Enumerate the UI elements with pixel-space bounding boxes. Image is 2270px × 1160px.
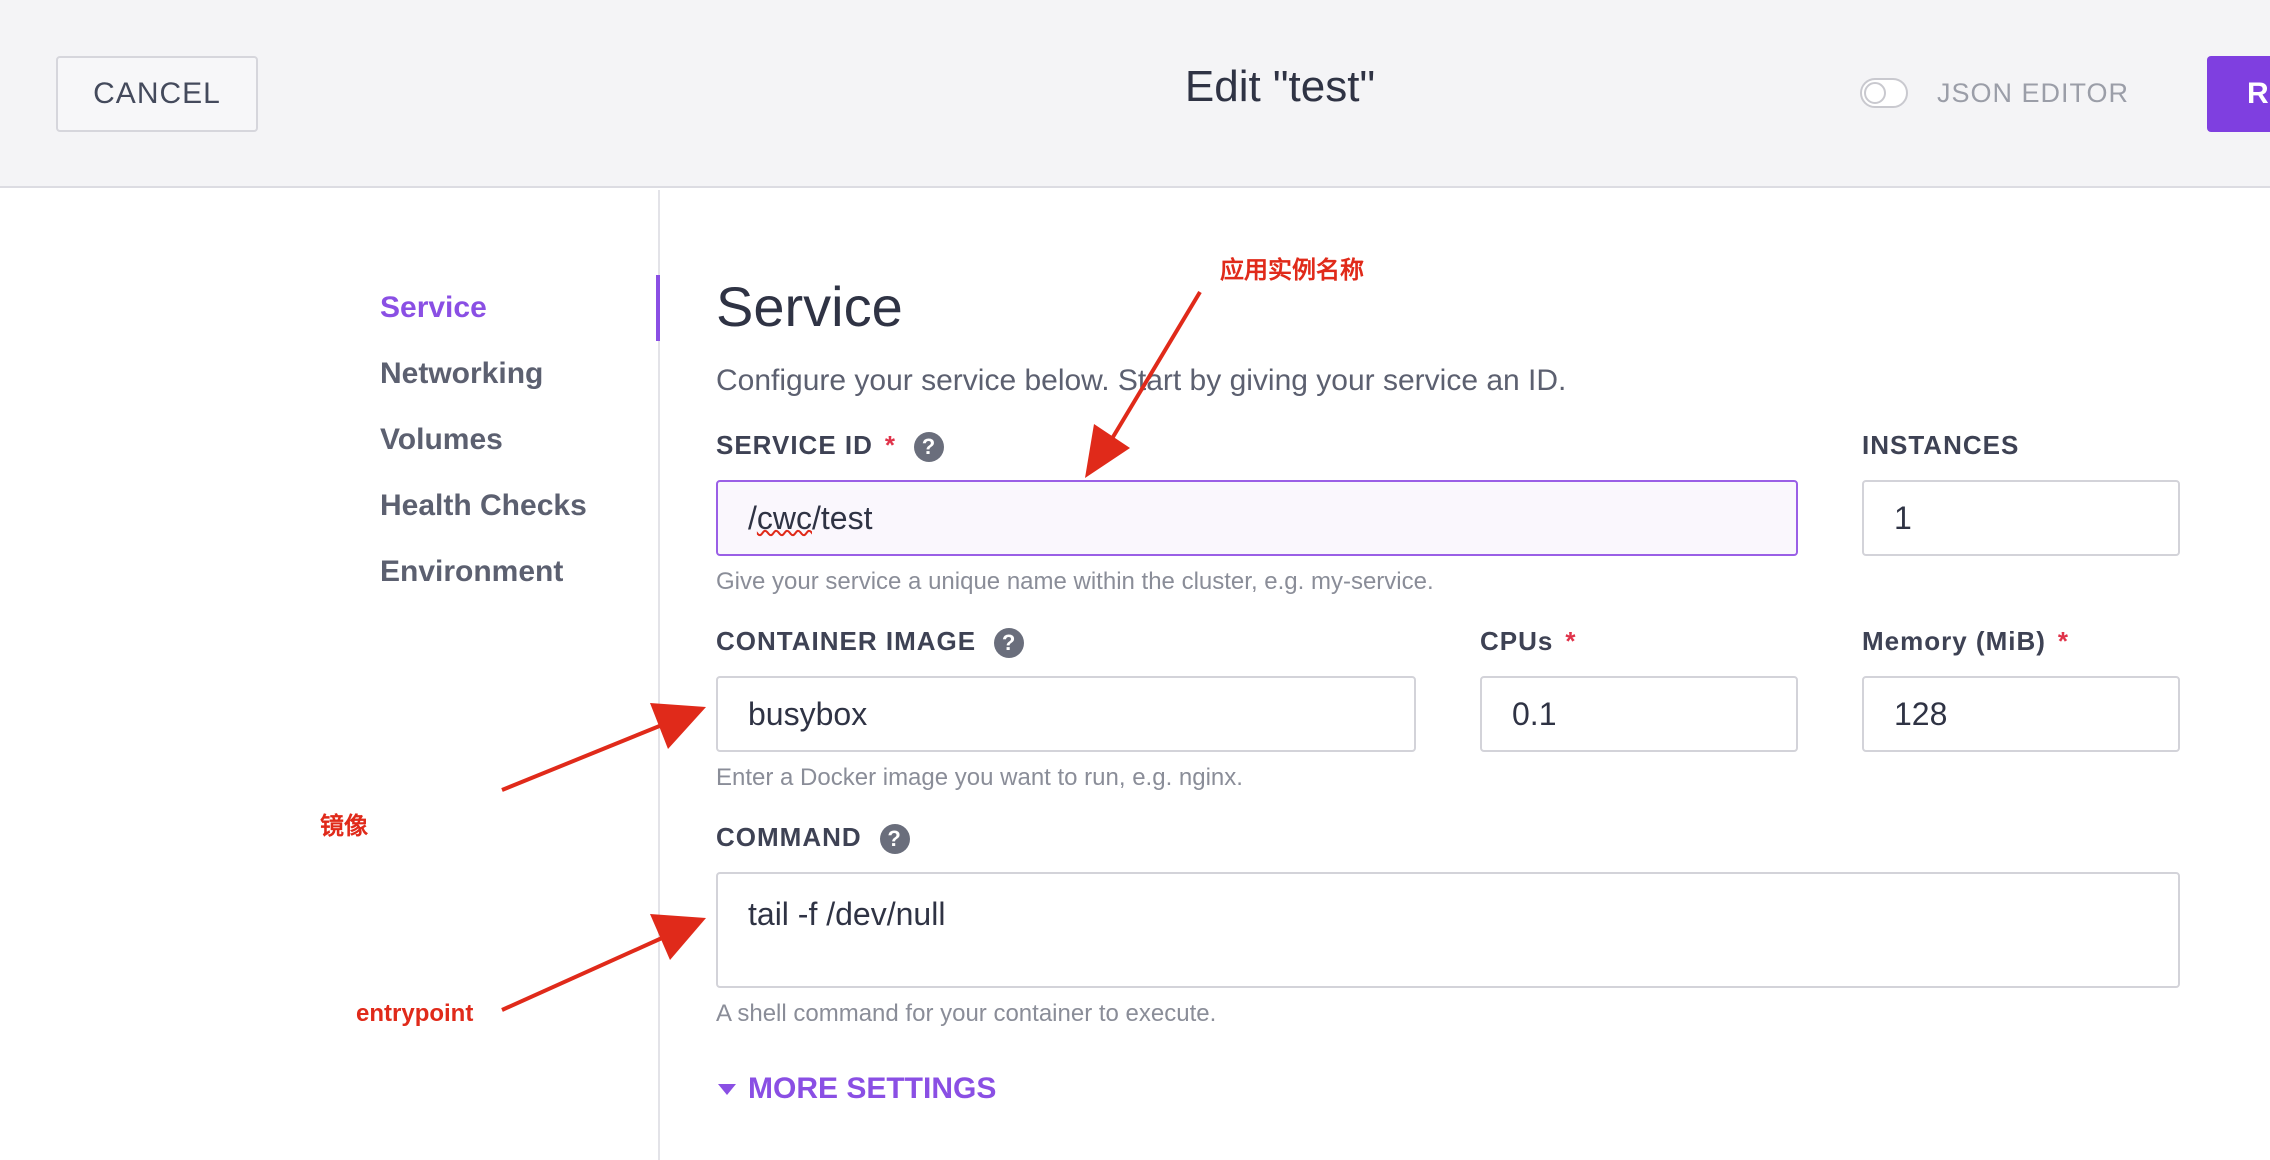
instances-label: INSTANCES — [1862, 430, 2020, 460]
sidebar-item-environment[interactable]: Environment — [380, 555, 563, 589]
json-editor-toggle[interactable] — [1860, 78, 1908, 108]
service-id-label-text: SERVICE ID — [716, 430, 873, 460]
instances-input[interactable]: 1 — [1862, 480, 2180, 556]
review-button[interactable]: RE — [2207, 56, 2270, 132]
cpus-label: CPUs * — [1480, 626, 1576, 657]
command-textarea[interactable]: tail -f /dev/null — [716, 872, 2180, 988]
sidebar-item-networking[interactable]: Networking — [380, 357, 543, 391]
required-mark: * — [1565, 626, 1577, 656]
service-id-label: SERVICE ID *? — [716, 430, 945, 463]
required-mark: * — [2057, 626, 2070, 656]
toggle-knob — [1864, 82, 1886, 104]
nav-active-indicator — [656, 275, 660, 341]
container-image-hint: Enter a Docker image you want to run, e.… — [716, 764, 1243, 791]
container-image-input[interactable]: busybox — [716, 676, 1416, 752]
caret-down-icon — [718, 1083, 736, 1095]
arrow-to-container-image — [501, 703, 706, 792]
command-label-text: COMMAND — [716, 822, 862, 852]
cancel-button[interactable]: CANCEL — [56, 56, 258, 132]
memory-input[interactable]: 128 — [1862, 676, 2180, 752]
annotation-image: 镜像 — [320, 813, 368, 840]
annotation-service-name: 应用实例名称 — [1220, 257, 1364, 284]
json-editor-label[interactable]: JSON EDITOR — [1937, 78, 2129, 109]
memory-label-text: Memory (MiB) — [1862, 626, 2046, 656]
more-settings-label: MORE SETTINGS — [748, 1072, 997, 1105]
annotation-entrypoint: entrypoint — [356, 1000, 474, 1027]
cpus-input[interactable]: 0.1 — [1480, 676, 1798, 752]
container-image-label-text: CONTAINER IMAGE — [716, 626, 977, 656]
arrow-to-command — [501, 914, 706, 1012]
section-description: Configure your service below. Start by g… — [716, 364, 1567, 397]
command-label: COMMAND? — [716, 822, 910, 855]
service-id-spellcheck-word: cwc — [756, 499, 812, 536]
more-settings-toggle[interactable]: MORE SETTINGS — [718, 1072, 996, 1106]
page-title: Edit "test" — [1184, 62, 1376, 111]
top-bar: CANCEL Edit "test" JSON EDITOR RE — [0, 0, 2270, 188]
service-id-input[interactable]: / cwc/test — [716, 480, 1798, 556]
sidebar-item-service[interactable]: Service — [380, 291, 487, 325]
container-image-label: CONTAINER IMAGE? — [716, 626, 1025, 659]
memory-label: Memory (MiB) * — [1862, 626, 2069, 657]
question-icon[interactable]: ? — [879, 824, 910, 855]
service-id-hint: Give your service a unique name within t… — [716, 568, 1434, 595]
sidebar-item-volumes[interactable]: Volumes — [380, 423, 503, 457]
question-icon[interactable]: ? — [914, 432, 945, 463]
required-mark: * — [884, 430, 897, 460]
service-id-suffix: /test — [812, 499, 873, 536]
cpus-label-text: CPUs — [1480, 626, 1554, 656]
sidebar-item-health-checks[interactable]: Health Checks — [380, 489, 587, 523]
question-icon[interactable]: ? — [994, 628, 1025, 659]
command-hint: A shell command for your container to ex… — [716, 1000, 1217, 1027]
service-id-prefix: / — [748, 499, 757, 536]
section-title: Service — [716, 275, 903, 338]
